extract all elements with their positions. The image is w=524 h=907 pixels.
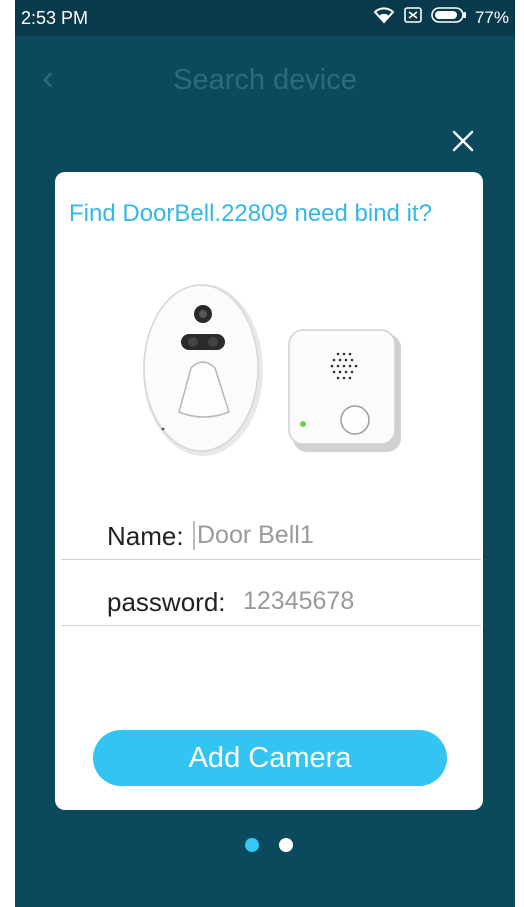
app-header: ‹ Search device [15, 36, 515, 120]
page-title: Search device [173, 64, 357, 96]
status-bar: 2:53 PM 77% [15, 0, 515, 36]
battery-icon [431, 6, 467, 29]
password-label: password: [107, 587, 226, 617]
bind-device-dialog: Find DoorBell.22809 need bind it? Name: … [55, 172, 483, 810]
name-input[interactable]: Door Bell1 [193, 521, 314, 550]
password-field[interactable]: password: 12345678 [61, 560, 481, 626]
close-button[interactable] [445, 123, 481, 159]
password-input[interactable]: 12345678 [243, 587, 354, 616]
battery-percent: 77% [474, 7, 509, 27]
doorbell-camera-and-chime-image [143, 284, 401, 456]
app-screen: 2:53 PM 77% ‹ Search device Find DoorBel… [15, 0, 515, 907]
page-indicator [245, 838, 293, 852]
page-dot-2[interactable] [279, 838, 293, 852]
close-icon [452, 130, 474, 152]
status-time: 2:53 PM [21, 8, 89, 28]
name-label: Name: [107, 521, 184, 551]
page-dot-1[interactable] [245, 838, 259, 852]
name-field[interactable]: Name: Door Bell1 [61, 494, 481, 560]
wifi-icon [373, 6, 395, 29]
add-camera-button[interactable]: Add Camera [93, 730, 447, 786]
status-icons: 77% [373, 6, 509, 29]
dialog-title: Find DoorBell.22809 need bind it? [69, 200, 432, 227]
sim-disabled-icon [403, 6, 423, 29]
